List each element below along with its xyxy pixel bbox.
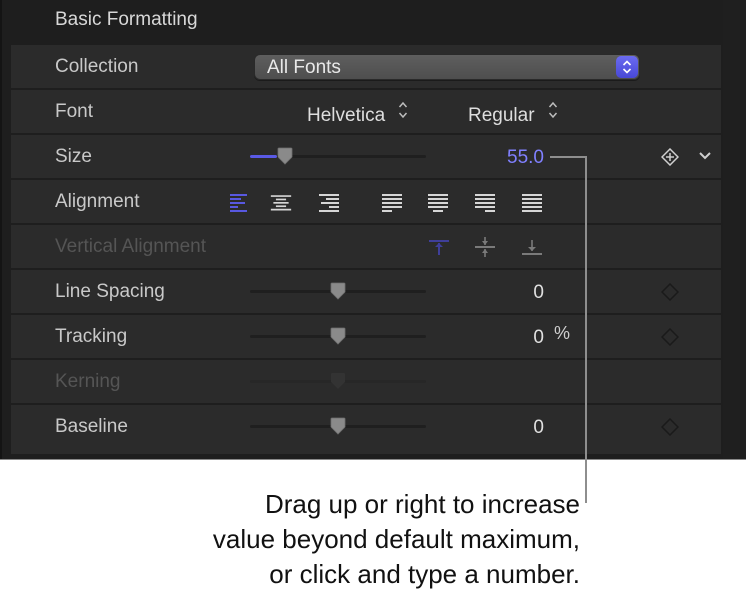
justify-left-icon[interactable] <box>381 192 403 212</box>
font-style-popup[interactable]: Regular <box>468 101 558 127</box>
keyframe-diamond-icon[interactable] <box>661 418 679 436</box>
keyframe-diamond-icon[interactable] <box>661 328 679 346</box>
font-family-value: Helvetica <box>307 105 386 126</box>
alignment-label: Alignment <box>55 191 140 212</box>
tracking-value-field[interactable]: 0 <box>484 327 544 349</box>
row-font: Font Helvetica Regular <box>11 90 721 133</box>
row-baseline: Baseline 0 <box>11 405 721 448</box>
font-label: Font <box>55 101 94 122</box>
justify-center-icon[interactable] <box>427 192 449 212</box>
align-left-icon[interactable] <box>227 192 249 212</box>
justify-right-icon[interactable] <box>474 192 496 212</box>
inspector-panel: Basic Formatting Collection All Fonts Fo… <box>0 0 746 460</box>
collection-label: Collection <box>55 56 139 77</box>
collection-value: All Fonts <box>267 57 341 78</box>
kerning-slider-thumb <box>331 373 345 389</box>
vertical-alignment-label: Vertical Alignment <box>55 236 207 257</box>
valign-top-icon <box>429 240 449 255</box>
panel-right-edge <box>723 0 746 459</box>
tracking-label: Tracking <box>55 326 128 347</box>
font-style-value: Regular <box>468 105 535 126</box>
row-tracking: Tracking 0 % <box>11 315 721 358</box>
callout-annotation: Drag up or right to increase value beyon… <box>80 487 580 592</box>
callout-leader-horizontal <box>550 156 586 158</box>
kerning-label: Kerning <box>55 371 121 392</box>
row-line-spacing: Line Spacing 0 <box>11 270 721 313</box>
callout-line: Drag up or right to increase <box>264 489 580 519</box>
row-alignment: Alignment <box>11 180 721 223</box>
size-slider-fill <box>250 155 278 158</box>
baseline-value-field[interactable]: 0 <box>484 417 544 439</box>
section-title: Basic Formatting <box>55 9 198 30</box>
valign-bottom-icon <box>522 240 542 255</box>
updown-chevron-icon <box>398 101 408 119</box>
baseline-label: Baseline <box>55 416 128 437</box>
valign-middle-icon <box>475 237 495 257</box>
callout-leader-vertical <box>585 156 587 503</box>
add-keyframe-icon[interactable] <box>661 148 679 166</box>
align-right-icon[interactable] <box>318 192 340 212</box>
font-family-popup[interactable]: Helvetica <box>307 101 408 127</box>
line-spacing-label: Line Spacing <box>55 281 165 302</box>
size-slider-thumb[interactable] <box>277 147 293 165</box>
line-spacing-value-field[interactable]: 0 <box>484 282 544 304</box>
row-kerning: Kerning <box>11 360 721 403</box>
chevron-down-icon[interactable] <box>697 148 713 164</box>
size-label: Size <box>55 146 92 167</box>
panel-left-edge <box>0 0 2 459</box>
tracking-slider-thumb[interactable] <box>330 327 346 345</box>
size-value-field[interactable]: 55.0 <box>484 147 544 169</box>
line-spacing-slider-thumb[interactable] <box>330 282 346 300</box>
row-vertical-alignment: Vertical Alignment <box>11 225 721 268</box>
next-row-edge <box>11 448 721 454</box>
collection-popup[interactable]: All Fonts <box>254 54 640 80</box>
baseline-slider-thumb[interactable] <box>330 417 346 435</box>
align-center-icon[interactable] <box>270 192 292 212</box>
callout-line: value beyond default maximum, <box>212 524 580 554</box>
row-size: Size 55.0 <box>11 135 721 178</box>
callout-line: or click and type a number. <box>269 559 580 589</box>
keyframe-diamond-icon[interactable] <box>661 283 679 301</box>
row-collection: Collection All Fonts <box>11 45 721 88</box>
justify-all-icon[interactable] <box>521 192 543 212</box>
updown-chevron-icon <box>548 101 558 119</box>
updown-chevron-icon <box>616 56 638 78</box>
tracking-unit: % <box>554 323 571 343</box>
